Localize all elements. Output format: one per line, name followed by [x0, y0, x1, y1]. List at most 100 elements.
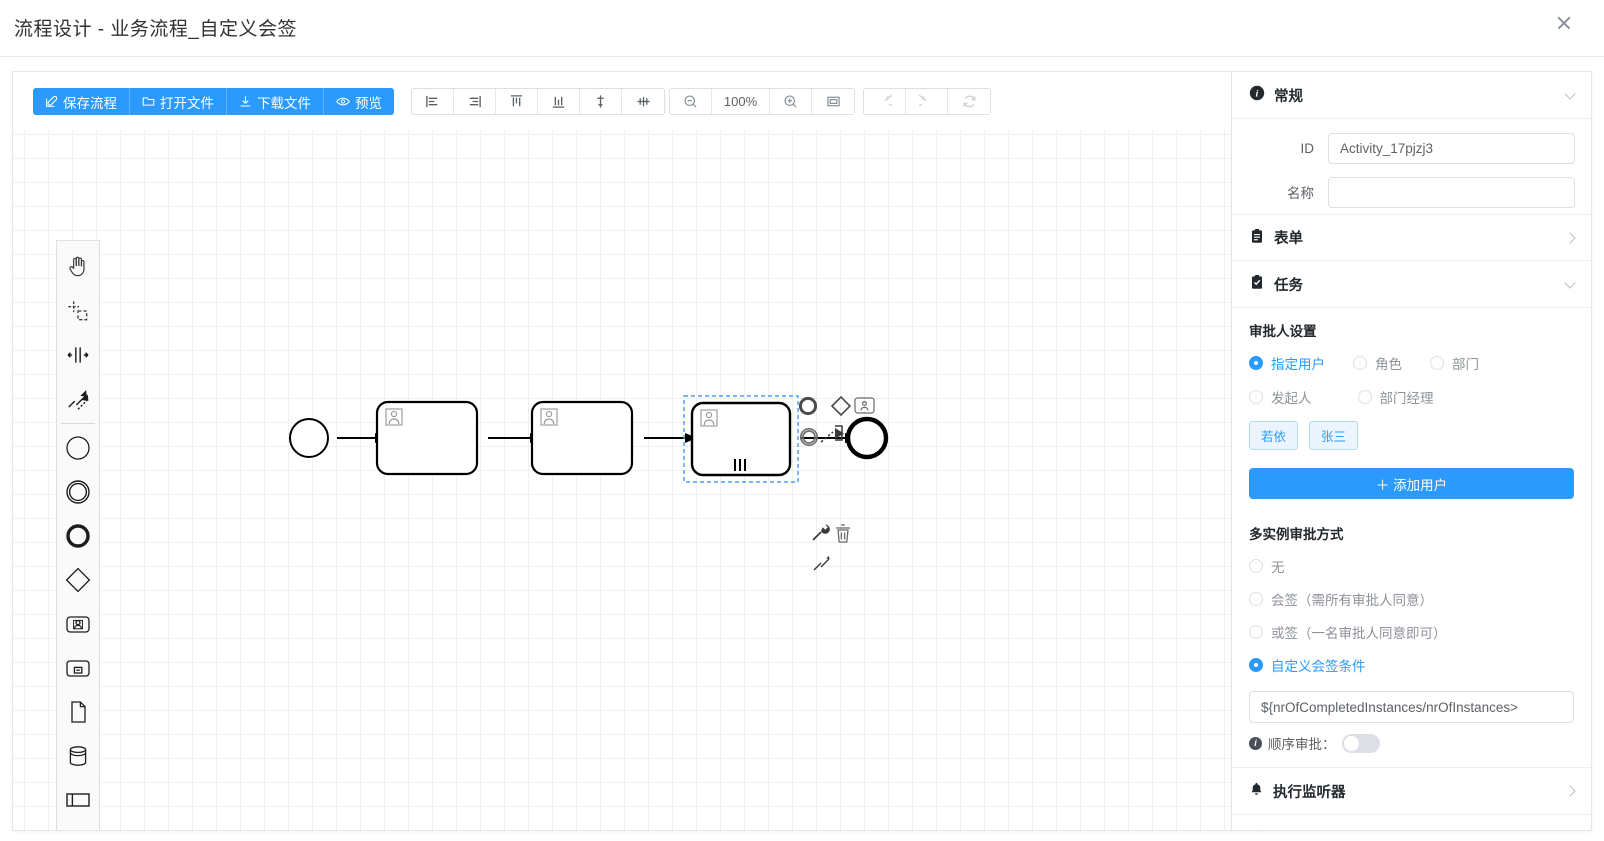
section-title-task: 任务	[1274, 277, 1303, 294]
radio-approver-role[interactable]: 角色	[1353, 353, 1402, 373]
download-file-button[interactable]: 下载文件	[227, 88, 324, 115]
fit-viewport-icon[interactable]	[812, 89, 854, 114]
end-event-icon[interactable]	[58, 514, 98, 558]
radio-mi-none[interactable]: 无	[1249, 556, 1574, 576]
name-input[interactable]	[1328, 176, 1575, 208]
properties-panel: i 常规 ID 名称	[1231, 72, 1591, 831]
connect-icon[interactable]	[820, 425, 844, 443]
add-user-button[interactable]: ＋ 添加用户	[1249, 468, 1574, 499]
user-task-3-selected[interactable]	[683, 395, 799, 483]
radio-label: 角色	[1375, 357, 1402, 372]
flow-designer-window: 流程设计 - 业务流程_自定义会签 保存流程 打开文件 下载文件 预览 100%…	[0, 0, 1604, 841]
radio-label: 指定用户	[1271, 357, 1325, 372]
delete-icon[interactable]	[836, 524, 850, 543]
approver-radio-row-1: 指定用户 角色 部门	[1249, 353, 1574, 373]
radio-mi-custom[interactable]: 自定义会签条件	[1249, 655, 1574, 675]
completion-condition-input[interactable]	[1249, 691, 1574, 723]
data-store-icon[interactable]	[58, 734, 98, 778]
folder-open-icon	[142, 95, 155, 108]
intermediate-event-icon[interactable]	[58, 470, 98, 514]
group-icon[interactable]	[58, 822, 98, 830]
radio-label: 发起人	[1271, 391, 1312, 406]
general-body: ID 名称	[1232, 119, 1591, 214]
end-event[interactable]	[845, 416, 889, 460]
align-right-icon[interactable]	[454, 89, 496, 114]
radio-dot	[1249, 559, 1263, 573]
align-top-icon[interactable]	[496, 89, 538, 114]
radio-mi-any-approve[interactable]: 或签（一名审批人同意即可）	[1249, 622, 1574, 642]
zoom-out-icon[interactable]	[670, 89, 712, 114]
global-connect-tool-icon[interactable]	[58, 377, 98, 421]
download-file-label: 下载文件	[257, 95, 311, 111]
chevron-right-icon	[1564, 231, 1576, 244]
svg-text:i: i	[1256, 89, 1259, 100]
subprocess-icon[interactable]	[58, 646, 98, 690]
section-header-execution-listener[interactable]: 执行监听器	[1232, 768, 1591, 815]
radio-approver-specified-user[interactable]: 指定用户	[1249, 353, 1325, 373]
radio-approver-initiator[interactable]: 发起人	[1249, 387, 1312, 407]
radio-approver-dept-manager[interactable]: 部门经理	[1357, 387, 1434, 407]
section-header-general[interactable]: i 常规	[1232, 72, 1591, 119]
page-title: 流程设计 - 业务流程_自定义会签	[14, 19, 297, 40]
approver-tag[interactable]: 若依	[1249, 421, 1299, 450]
save-icon	[45, 95, 58, 108]
gateway-icon[interactable]	[58, 558, 98, 602]
approver-tag[interactable]: 张三	[1309, 421, 1359, 450]
bpmn-diagram[interactable]	[13, 130, 1213, 831]
chevron-down-icon	[1564, 88, 1576, 100]
approver-radio-row-2: 发起人 部门经理	[1249, 387, 1574, 407]
palette-divider	[61, 423, 95, 424]
open-file-button[interactable]: 打开文件	[130, 88, 227, 115]
radio-approver-dept[interactable]: 部门	[1430, 353, 1479, 373]
align-button-group	[411, 88, 665, 115]
participant-icon[interactable]	[58, 778, 98, 822]
align-center-horizontal-icon[interactable]	[622, 89, 664, 114]
approver-settings-block: 审批人设置 指定用户 角色 部门 发起人 部门经理 若依 张三 ＋ 添加用户	[1232, 308, 1591, 501]
append-end-event-icon[interactable]	[798, 396, 818, 416]
redo-icon[interactable]	[906, 89, 948, 114]
section-title-task-listener: 任务监听器	[1273, 828, 1346, 831]
save-process-button[interactable]: 保存流程	[33, 88, 130, 115]
open-file-label: 打开文件	[160, 95, 214, 111]
undo-icon[interactable]	[864, 89, 906, 114]
radio-mi-all-approve[interactable]: 会签（需所有审批人同意）	[1249, 589, 1574, 609]
align-center-vertical-icon[interactable]	[580, 89, 622, 114]
user-task-1[interactable]	[375, 400, 479, 476]
start-event-icon[interactable]	[58, 426, 98, 470]
close-icon[interactable]	[1554, 13, 1574, 33]
lasso-tool-icon[interactable]	[58, 289, 98, 333]
approver-tag-list: 若依 张三	[1249, 421, 1574, 450]
name-field-row: 名称	[1232, 170, 1591, 214]
section-header-form[interactable]: 表单	[1232, 214, 1591, 261]
preview-button[interactable]: 预览	[324, 88, 394, 115]
primary-button-group: 保存流程 打开文件 下载文件 预览	[33, 88, 394, 115]
radio-label: 或签（一名审批人同意即可）	[1271, 626, 1447, 641]
id-input[interactable]	[1328, 132, 1575, 164]
align-left-icon[interactable]	[412, 89, 454, 114]
zoom-in-icon[interactable]	[770, 89, 812, 114]
refresh-icon[interactable]	[948, 89, 990, 114]
radio-label: 部门	[1452, 357, 1479, 372]
section-header-task-listener[interactable]: 任务监听器	[1232, 815, 1591, 831]
info-icon: i	[1249, 85, 1265, 105]
user-task-2[interactable]	[530, 400, 634, 476]
multi-instance-title: 多实例审批方式	[1249, 527, 1344, 542]
radio-dot	[1249, 592, 1263, 606]
start-event[interactable]	[289, 418, 329, 458]
multi-instance-block: 多实例审批方式 无 会签（需所有审批人同意） 或签（一名审批人同意即可） 自定义…	[1232, 501, 1591, 767]
wrench-icon[interactable]	[812, 524, 830, 541]
align-bottom-icon[interactable]	[538, 89, 580, 114]
section-title-general: 常规	[1274, 88, 1303, 105]
designer-editor: 保存流程 打开文件 下载文件 预览 100% i 常规 ID Activity_…	[12, 71, 1592, 831]
radio-dot	[1249, 625, 1263, 639]
radio-dot	[1249, 356, 1263, 370]
hand-tool-icon[interactable]	[58, 245, 98, 289]
data-object-icon[interactable]	[58, 690, 98, 734]
user-task-icon[interactable]	[58, 602, 98, 646]
space-tool-icon[interactable]	[58, 333, 98, 377]
append-gateway-icon[interactable]	[830, 395, 852, 417]
global-connect-icon[interactable]	[813, 555, 830, 571]
append-task-icon[interactable]	[854, 397, 875, 414]
section-header-task[interactable]: 任务	[1232, 261, 1591, 308]
sequential-approval-toggle[interactable]	[1341, 733, 1380, 753]
